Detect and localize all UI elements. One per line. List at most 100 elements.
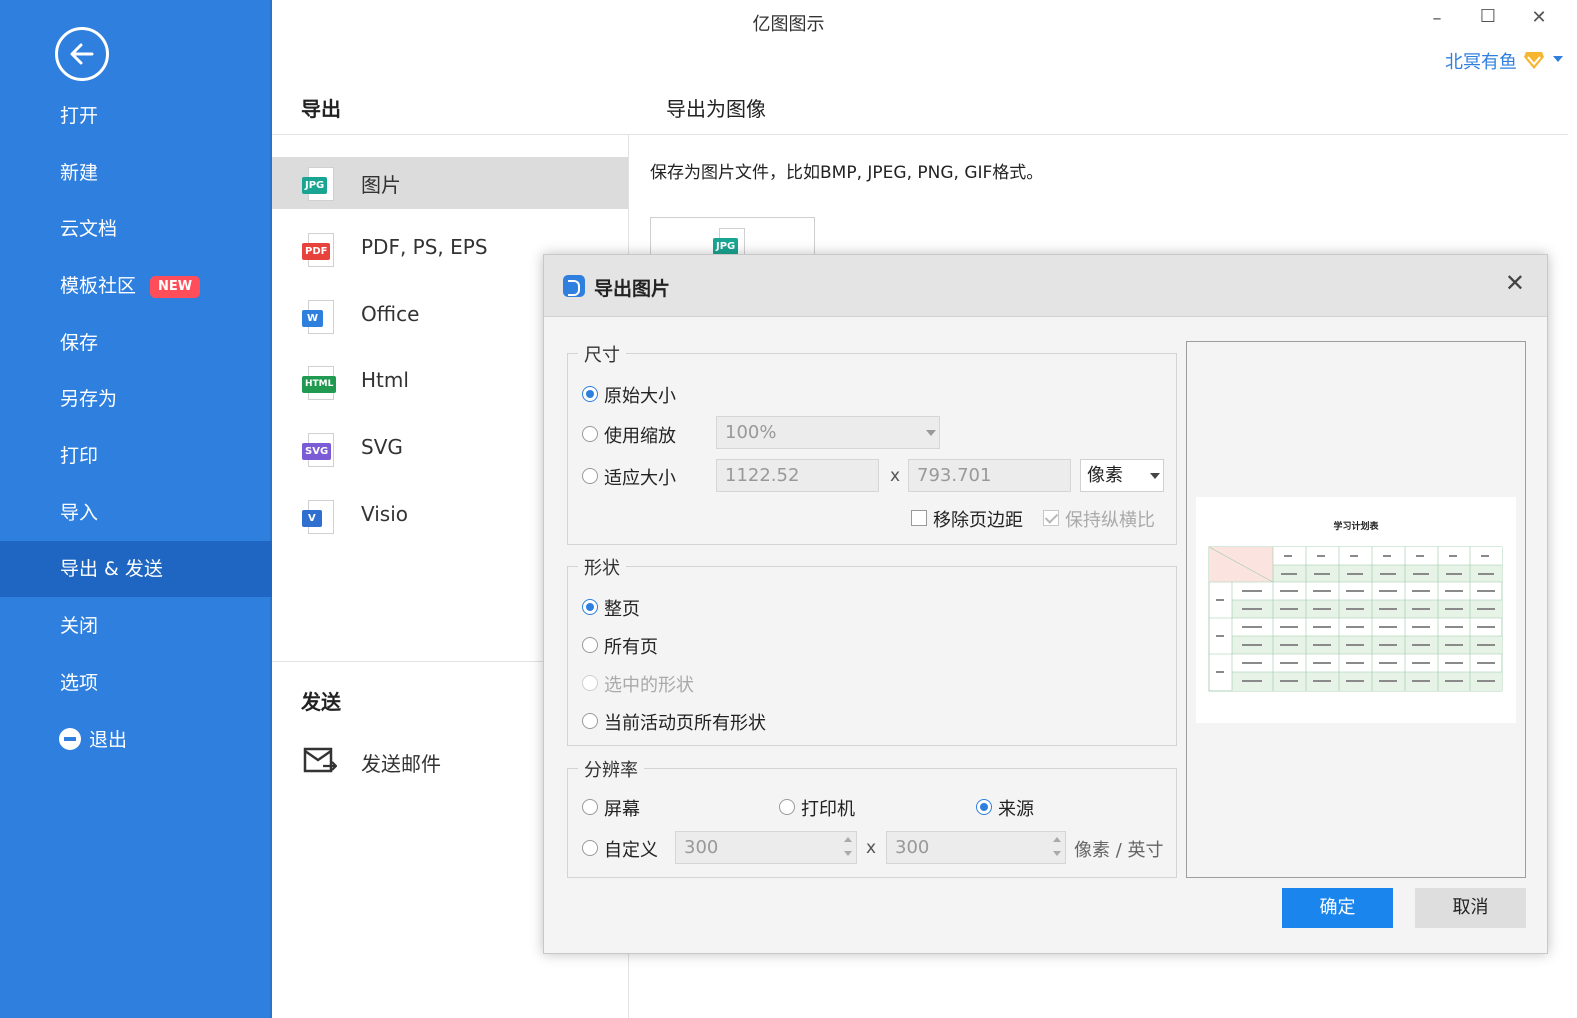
format-label: Html — [361, 368, 409, 392]
ok-button[interactable]: 确定 — [1282, 888, 1393, 928]
dialog-title: 导出图片 — [594, 278, 671, 300]
zoom-select[interactable]: 100% — [716, 416, 940, 449]
sidebar-item-label: 新建 — [60, 162, 99, 184]
visio-file-icon: V — [302, 500, 336, 536]
sidebar-item-export-send[interactable]: 导出 & 发送 — [0, 541, 272, 597]
dpi-x-input[interactable]: 300 — [675, 831, 857, 864]
sidebar-item-label: 选项 — [60, 672, 99, 694]
current-page-radio[interactable] — [582, 713, 598, 729]
new-badge: NEW — [150, 276, 201, 298]
sidebar-item-label: 打印 — [60, 445, 99, 467]
size-legend: 尺寸 — [578, 341, 626, 367]
sidebar-item-open[interactable]: 打开 — [0, 88, 272, 144]
export-description: 保存为图片文件，比如BMP, JPEG, PNG, GIF格式。 — [650, 163, 1044, 183]
dialog-header: 导出图片 ✕ — [544, 255, 1547, 317]
sidebar-item-label: 关闭 — [60, 615, 99, 637]
sidebar-item-label: 打开 — [60, 105, 99, 127]
sidebar: 打开 新建 云文档 模板社区 NEW 保存 另存为 打印 导入 导出 & 发送 关… — [0, 0, 272, 1018]
preview-page: 学习计划表 — [1196, 497, 1516, 723]
sidebar-item-save-as[interactable]: 另存为 — [0, 371, 272, 427]
format-label: 图片 — [361, 173, 401, 197]
send-section-title: 发送 — [301, 690, 341, 714]
mail-send-icon — [303, 747, 337, 773]
cancel-button[interactable]: 取消 — [1415, 888, 1526, 928]
fit-size-radio[interactable] — [582, 468, 598, 484]
minimize-button[interactable]: – — [1422, 8, 1452, 29]
whole-page-label: 整页 — [604, 599, 640, 620]
keep-ratio-checkbox[interactable] — [1043, 510, 1059, 526]
custom-label: 自定义 — [604, 840, 658, 861]
use-zoom-label: 使用缩放 — [604, 426, 676, 447]
dpi-x-separator: x — [866, 838, 877, 858]
shape-group: 形状 整页 所有页 选中的形状 当前活动页所有形状 — [567, 554, 1177, 746]
resolution-legend: 分辨率 — [578, 756, 644, 782]
resolution-group: 分辨率 屏幕 打印机 来源 自定义 300 x 300 像素 / 英寸 — [567, 756, 1177, 878]
width-input[interactable]: 1122.52 — [716, 459, 879, 492]
all-pages-label: 所有页 — [604, 637, 658, 658]
original-size-radio[interactable] — [582, 386, 598, 402]
format-label: Office — [361, 302, 420, 326]
remove-margin-checkbox[interactable] — [911, 510, 927, 526]
sidebar-item-exit[interactable]: 退出 — [0, 712, 272, 768]
selected-shapes-radio[interactable] — [582, 675, 598, 691]
sidebar-item-options[interactable]: 选项 — [0, 655, 272, 711]
sidebar-item-print[interactable]: 打印 — [0, 428, 272, 484]
keep-ratio-label: 保持纵横比 — [1065, 510, 1155, 531]
dpi-y-stepper[interactable] — [1051, 833, 1063, 861]
use-zoom-radio[interactable] — [582, 426, 598, 442]
dialog-close-button[interactable]: ✕ — [1505, 269, 1525, 297]
app-logo-icon — [563, 275, 585, 297]
sidebar-item-label: 导出 & 发送 — [60, 558, 163, 580]
dpi-x-stepper[interactable] — [842, 833, 854, 861]
format-label: PDF, PS, EPS — [361, 235, 488, 259]
source-label: 来源 — [998, 799, 1034, 820]
sidebar-item-new[interactable]: 新建 — [0, 145, 272, 201]
size-x-separator: x — [890, 466, 901, 486]
chevron-down-icon — [926, 430, 936, 436]
fit-size-label: 适应大小 — [604, 468, 676, 489]
current-page-label: 当前活动页所有形状 — [604, 713, 766, 734]
printer-label: 打印机 — [801, 799, 855, 820]
dpi-unit-label: 像素 / 英寸 — [1074, 840, 1164, 861]
arrow-left-icon — [70, 43, 94, 65]
send-email-button[interactable]: 发送邮件 — [361, 748, 441, 777]
app-title: 亿图图示 — [752, 14, 825, 35]
preview-panel: 学习计划表 — [1186, 341, 1526, 878]
custom-radio[interactable] — [582, 840, 598, 856]
source-radio[interactable] — [976, 799, 992, 815]
user-menu-caret-icon[interactable] — [1553, 56, 1563, 62]
selected-shapes-label: 选中的形状 — [604, 675, 694, 696]
header-divider — [272, 134, 1568, 135]
screen-label: 屏幕 — [604, 799, 640, 820]
word-file-icon: W — [302, 300, 336, 336]
format-image[interactable]: JPG 图片 — [272, 157, 628, 209]
close-button[interactable]: ✕ — [1524, 7, 1554, 28]
preview-table-thumbnail — [1208, 546, 1503, 692]
format-label: Visio — [361, 502, 409, 526]
printer-radio[interactable] — [779, 799, 795, 815]
sidebar-item-label: 退出 — [89, 729, 128, 751]
remove-margin-label: 移除页边距 — [933, 510, 1023, 531]
dpi-y-input[interactable]: 300 — [886, 831, 1066, 864]
height-input[interactable]: 793.701 — [908, 459, 1071, 492]
whole-page-radio[interactable] — [582, 599, 598, 615]
sidebar-item-label: 另存为 — [60, 388, 118, 410]
sidebar-item-label: 模板社区 — [60, 275, 137, 297]
sidebar-item-label: 云文档 — [60, 218, 118, 240]
original-size-label: 原始大小 — [604, 386, 676, 407]
maximize-button[interactable]: ☐ — [1473, 6, 1503, 27]
format-label: SVG — [361, 435, 403, 459]
user-name[interactable]: 北冥有鱼 — [1445, 48, 1517, 74]
sidebar-item-close[interactable]: 关闭 — [0, 598, 272, 654]
sidebar-item-templates[interactable]: 模板社区 NEW — [0, 258, 272, 314]
sidebar-item-save[interactable]: 保存 — [0, 315, 272, 371]
sidebar-item-label: 保存 — [60, 332, 99, 354]
exit-icon — [59, 728, 81, 750]
export-image-dialog: 导出图片 ✕ 尺寸 原始大小 使用缩放 100% 适应大小 1122.52 x … — [543, 254, 1548, 954]
screen-radio[interactable] — [582, 799, 598, 815]
sidebar-item-cloud[interactable]: 云文档 — [0, 201, 272, 257]
all-pages-radio[interactable] — [582, 637, 598, 653]
sidebar-item-import[interactable]: 导入 — [0, 485, 272, 541]
pdf-file-icon: PDF — [302, 233, 336, 269]
export-image-title: 导出为图像 — [666, 97, 766, 121]
